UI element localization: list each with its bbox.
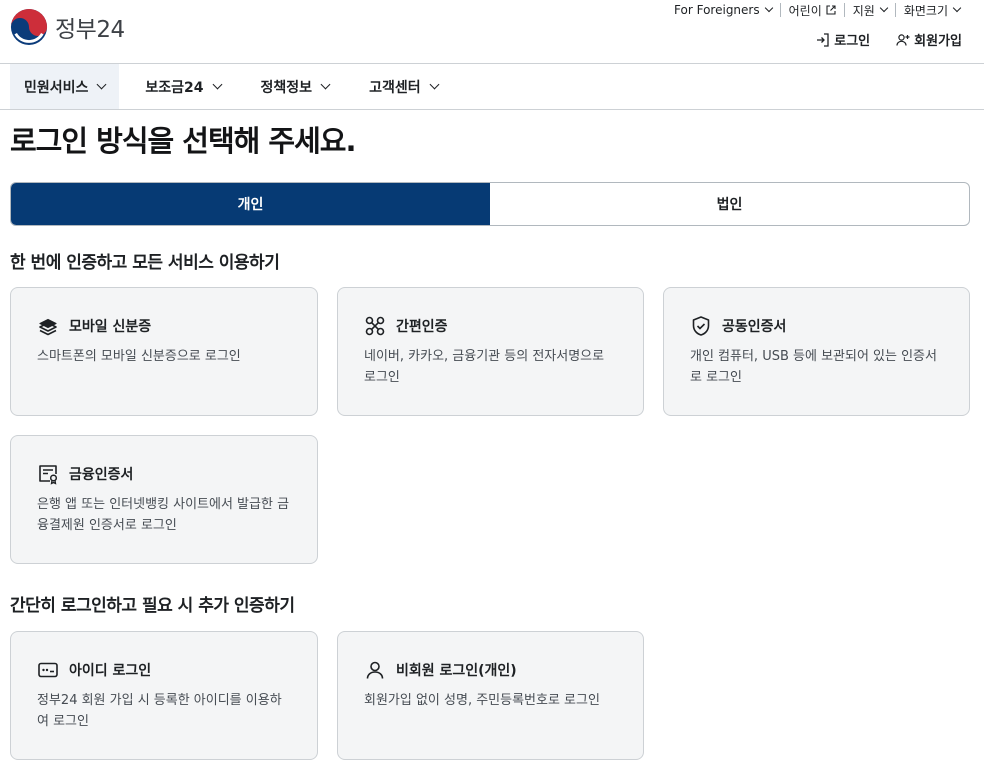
logo-text: 정부24 bbox=[55, 17, 125, 43]
nav-item-customer-center[interactable]: 고객센터 bbox=[355, 64, 452, 109]
external-link-icon bbox=[826, 5, 836, 15]
mobile-id-icon bbox=[39, 318, 57, 336]
signup-link[interactable]: 회원가입 bbox=[896, 30, 962, 49]
card-description: 네이버, 카카오, 금융기관 등의 전자서명으로 로그인 bbox=[364, 349, 605, 385]
card-description: 회원가입 없이 성명, 주민등록번호로 로그인 bbox=[364, 693, 600, 708]
chevron-down-icon bbox=[952, 3, 962, 13]
login-icon bbox=[817, 32, 829, 47]
nav-item-civil-service[interactable]: 민원서비스 bbox=[10, 64, 120, 109]
id-password-icon bbox=[38, 662, 58, 678]
chevron-down-icon bbox=[764, 3, 773, 13]
chevron-down-icon bbox=[96, 79, 107, 90]
support-menu[interactable]: 지원 bbox=[843, 3, 895, 18]
chevron-down-icon bbox=[320, 79, 331, 90]
tab-corporate[interactable]: 법인 bbox=[490, 183, 969, 225]
page-title: 로그인 방식을 선택해 주세요. bbox=[10, 124, 356, 158]
shield-check-icon bbox=[692, 316, 710, 336]
section-title-simple-login: 간단히 로그인하고 필요 시 추가 인증하기 bbox=[10, 596, 295, 616]
card-description: 스마트폰의 모바일 신분증으로 로그인 bbox=[37, 349, 241, 364]
login-type-tabs: 개인 법인 bbox=[10, 182, 970, 226]
card-description: 개인 컴퓨터, USB 등에 보관되어 있는 인증서로 로그인 bbox=[690, 349, 937, 385]
site-header: 정부24 For Foreigners 어린이 지원 화면크기 로그인 회원가입 bbox=[0, 0, 984, 64]
utility-menu: For Foreigners 어린이 지원 화면크기 bbox=[666, 3, 968, 18]
certificate-icon bbox=[39, 465, 58, 485]
main-nav: 민원서비스 보조금24 정책정보 고객센터 bbox=[0, 64, 984, 110]
card-joint-certificate[interactable]: 공동인증서 개인 컴퓨터, USB 등에 보관되어 있는 인증서로 로그인 bbox=[663, 287, 970, 416]
card-simple-auth[interactable]: 간편인증 네이버, 카카오, 금융기관 등의 전자서명으로 로그인 bbox=[337, 287, 644, 416]
simple-auth-icon bbox=[365, 316, 385, 336]
chevron-down-icon bbox=[879, 3, 889, 13]
card-title: 비회원 로그인(개인) bbox=[396, 663, 517, 679]
chevron-down-icon bbox=[212, 79, 222, 90]
login-link[interactable]: 로그인 bbox=[816, 30, 870, 49]
chevron-down-icon bbox=[429, 79, 440, 90]
card-mobile-id[interactable]: 모바일 신분증 스마트폰의 모바일 신분증으로 로그인 bbox=[10, 287, 318, 416]
user-icon bbox=[366, 661, 384, 679]
card-title: 공동인증서 bbox=[722, 319, 787, 335]
card-id-login[interactable]: 아이디 로그인 정부24 회원 가입 시 등록한 아이디를 이용하여 로그인 bbox=[10, 631, 318, 760]
screen-size-menu[interactable]: 화면크기 bbox=[894, 3, 968, 18]
card-title: 금융인증서 bbox=[69, 467, 134, 483]
user-links: 로그인 회원가입 bbox=[790, 30, 962, 49]
card-description: 은행 앱 또는 인터넷뱅킹 사이트에서 발급한 금융결제원 인증서로 로그인 bbox=[37, 497, 290, 533]
card-financial-certificate[interactable]: 금융인증서 은행 앱 또는 인터넷뱅킹 사이트에서 발급한 금융결제원 인증서로… bbox=[10, 435, 318, 564]
section-title-full-auth: 한 번에 인증하고 모든 서비스 이용하기 bbox=[10, 253, 280, 273]
user-add-icon bbox=[896, 33, 910, 46]
logo[interactable]: 정부24 bbox=[10, 8, 125, 46]
card-title: 모바일 신분증 bbox=[69, 319, 152, 335]
taegeuk-logo-icon bbox=[10, 8, 48, 46]
card-title: 아이디 로그인 bbox=[69, 663, 152, 679]
card-guest-login[interactable]: 비회원 로그인(개인) 회원가입 없이 성명, 주민등록번호로 로그인 bbox=[337, 631, 644, 760]
card-description: 정부24 회원 가입 시 등록한 아이디를 이용하여 로그인 bbox=[37, 693, 282, 729]
nav-item-policy[interactable]: 정책정보 bbox=[247, 64, 344, 109]
nav-item-subsidy[interactable]: 보조금24 bbox=[131, 64, 234, 109]
kids-link[interactable]: 어린이 bbox=[779, 3, 844, 18]
for-foreigners-menu[interactable]: For Foreigners bbox=[666, 3, 780, 17]
tab-individual[interactable]: 개인 bbox=[11, 183, 490, 225]
card-title: 간편인증 bbox=[396, 319, 448, 335]
